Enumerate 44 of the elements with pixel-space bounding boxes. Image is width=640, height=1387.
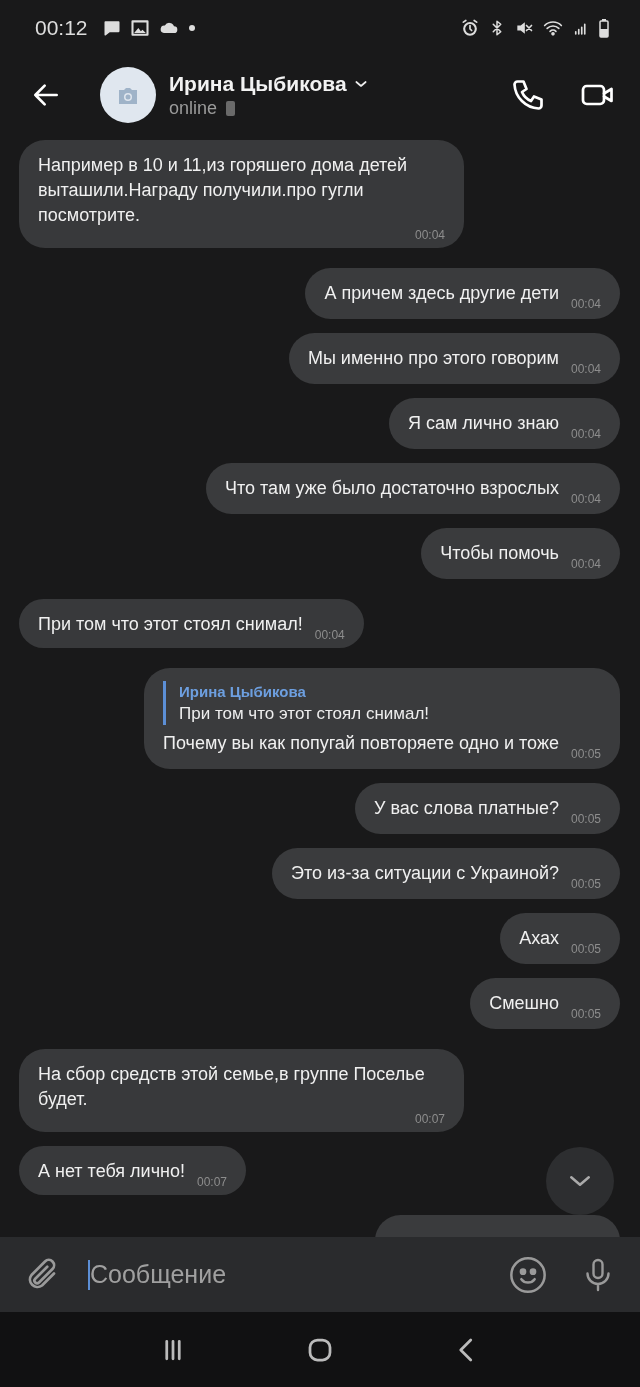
emoji-button[interactable] <box>508 1254 548 1295</box>
phone-icon <box>510 77 546 113</box>
message-text: Что там уже было достаточно взрослых <box>225 477 559 500</box>
message-time: 00:04 <box>570 297 601 311</box>
message-time: 00:07 <box>414 1112 445 1126</box>
message-text: Например в 10 и 11,из горяшего дома детей выташили.Награду получили.про гугли посмотрите. <box>38 154 409 227</box>
message-text: При том что этот стоял снимал! <box>38 613 303 636</box>
message-time: 00:05 <box>570 812 601 826</box>
message-text: Я сам лично знаю <box>408 412 559 435</box>
message-time: 00:04 <box>570 427 601 441</box>
dot-icon <box>187 23 196 32</box>
message-time: 00:04 <box>570 362 601 376</box>
battery-icon <box>598 16 610 39</box>
message-text: А причем здесь другие дети <box>324 282 559 305</box>
message-time: 00:07 <box>197 1175 228 1189</box>
quote-author: Ирина Цыбикова <box>179 682 307 702</box>
message-text: Ахах <box>519 927 559 950</box>
clock: 00:12 <box>35 15 88 40</box>
contact-name[interactable]: Ирина Цыбикова <box>169 71 347 96</box>
message-time: 00:05 <box>570 1007 601 1021</box>
message-text: А нет тебя лично! <box>38 1160 185 1183</box>
reply-quote[interactable]: Ирина Цыбикова При том что этот стоял снимал! <box>163 681 601 725</box>
message-time: 00:04 <box>570 557 601 571</box>
message-text: На сбор средств этой семье,в группе Поселье будет. <box>38 1063 426 1111</box>
message-time: 00:05 <box>570 877 601 891</box>
text-cursor <box>88 1259 90 1290</box>
message-time: 00:05 <box>570 747 601 761</box>
message-time: 00:04 <box>314 628 345 642</box>
image-icon <box>129 17 150 38</box>
message-text: Мы именно про этого говорим <box>307 347 559 370</box>
message-time: 00:05 <box>570 942 601 956</box>
avatar[interactable] <box>100 67 156 123</box>
message-text: Это из-за ситуации с Украиной? <box>291 862 559 885</box>
online-status: online <box>169 97 218 119</box>
quote-text: При том что этот стоял снимал! <box>179 703 431 725</box>
message-text: Чтобы помочь <box>440 542 559 565</box>
message-text: Смешно <box>489 992 559 1015</box>
message-text: Почему вы как попугай повторяете одно и тоже <box>163 732 559 755</box>
message-time: 00:04 <box>570 492 601 506</box>
smiley-icon <box>508 1254 548 1295</box>
alarm-icon <box>460 17 480 38</box>
message-text: У вас слова платные? <box>374 797 559 820</box>
phone-device-icon <box>225 99 237 117</box>
message-time: 00:04 <box>414 228 445 242</box>
